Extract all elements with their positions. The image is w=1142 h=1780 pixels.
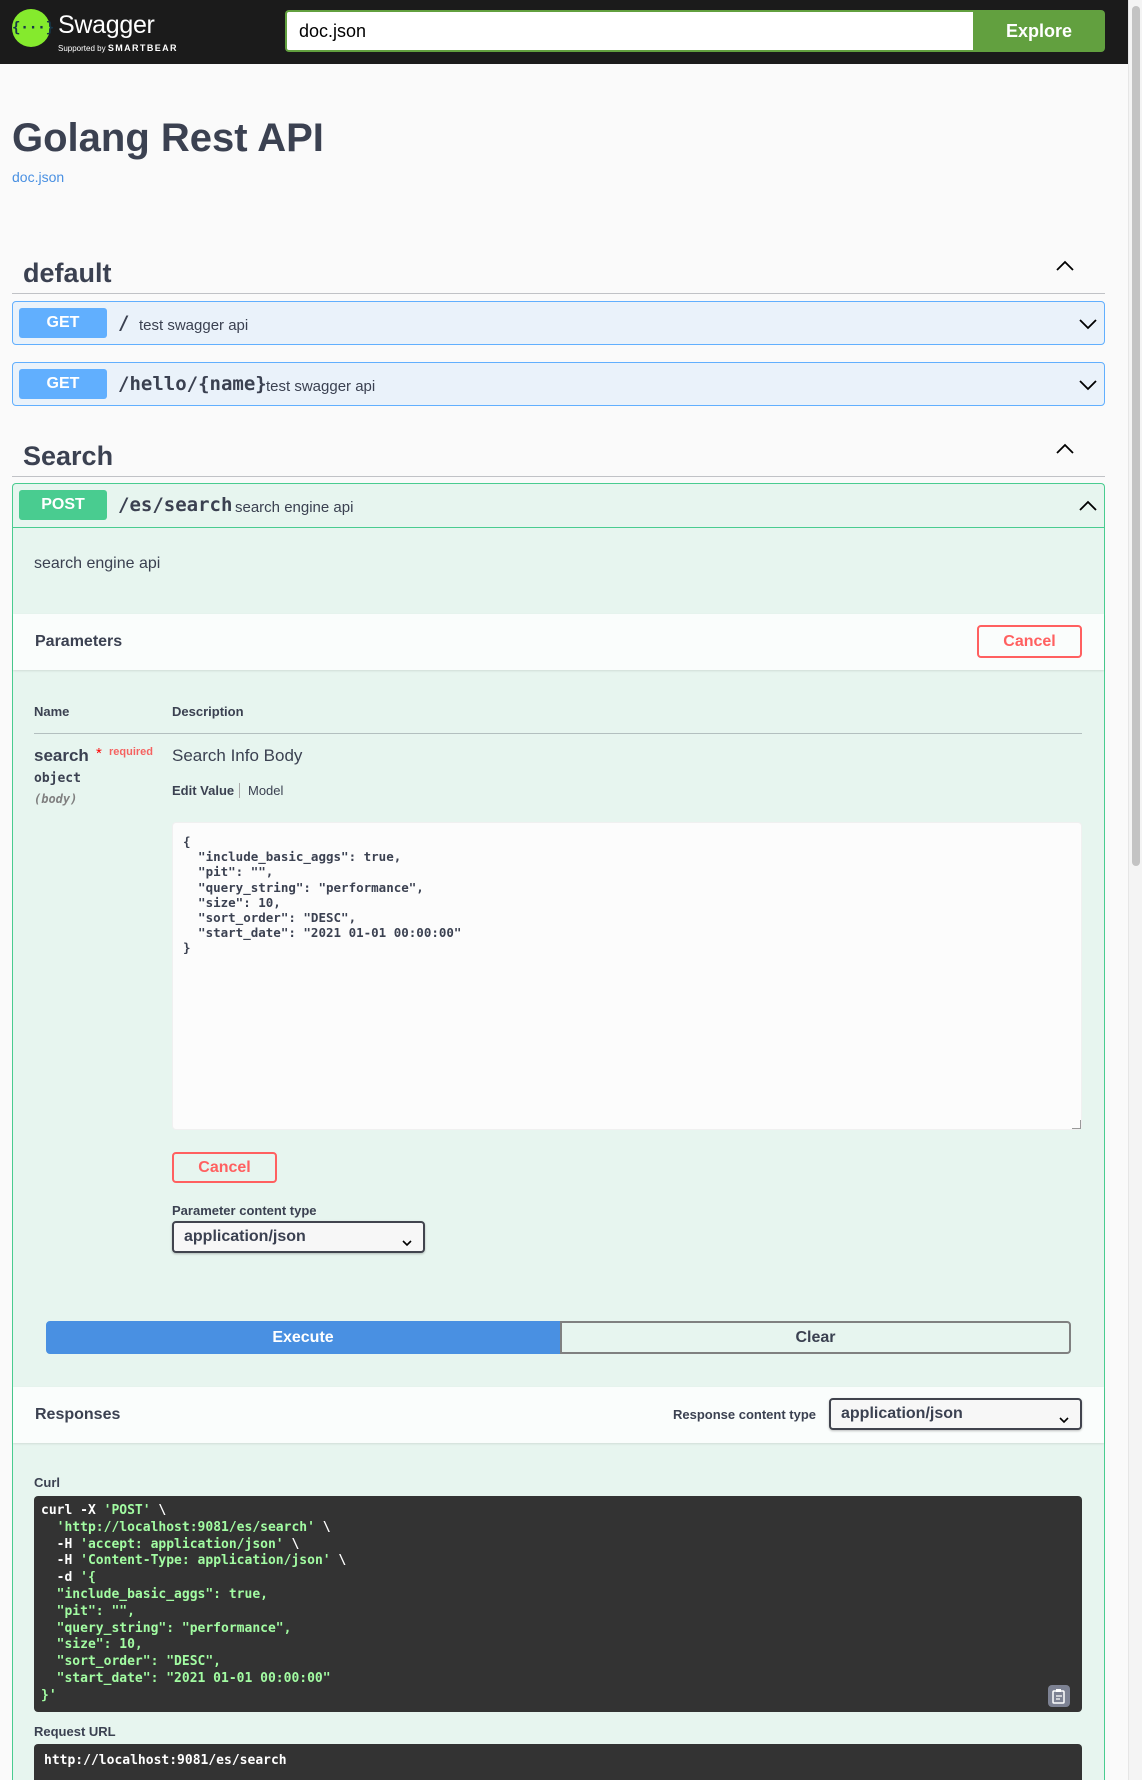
responses-title: Responses: [35, 1406, 121, 1423]
api-title: Golang Rest API: [12, 116, 324, 160]
page-scrollbar[interactable]: [1128, 0, 1142, 1780]
spec-url-input[interactable]: doc.json: [285, 10, 973, 52]
tag-name: Search: [23, 441, 114, 471]
resize-handle-icon[interactable]: [1072, 1120, 1081, 1129]
parameter-name: search: [34, 746, 89, 765]
operation-summary[interactable]: POST /es/search search engine api: [13, 484, 1104, 528]
operation-description: search engine api: [235, 499, 354, 516]
logo-title: Swagger: [58, 11, 155, 39]
parameter-description: Search Info Body: [172, 746, 303, 765]
logo-subtitle: Supported by SMARTBEAR: [58, 43, 178, 53]
column-header-description: Description: [172, 704, 244, 719]
tag-default[interactable]: default: [12, 244, 1105, 294]
curl-line: curl -X 'POST' \: [41, 1503, 167, 1518]
curl-line: "pit": "",: [41, 1603, 135, 1619]
tab-edit-value[interactable]: Edit Value: [172, 783, 234, 798]
tag-name: default: [23, 258, 112, 288]
operation-path: /es/search: [118, 494, 233, 516]
curl-line: -d '{: [41, 1570, 96, 1586]
required-star: *: [96, 745, 102, 762]
body-cancel-button[interactable]: Cancel: [172, 1152, 277, 1183]
curl-line: "start_date": "2021 01-01 00:00:00": [41, 1670, 331, 1686]
parameter-location: (body): [34, 792, 78, 806]
select-value: application/json: [184, 1228, 306, 1245]
chevron-down-icon[interactable]: [1078, 314, 1098, 334]
curl-label: Curl: [34, 1475, 60, 1490]
operation-description: test swagger api: [139, 317, 249, 334]
execute-button[interactable]: Execute: [46, 1321, 560, 1354]
tab-model[interactable]: Model: [248, 783, 283, 798]
curl-line: "query_string": "performance",: [41, 1620, 292, 1636]
caret-down-icon: [401, 1231, 413, 1247]
curl-line: "include_basic_aggs": true,: [41, 1586, 268, 1602]
curl-command-block[interactable]: curl -X 'POST' \ 'http://localhost:9081/…: [34, 1496, 1082, 1712]
response-content-type-label: Response content type: [673, 1407, 817, 1422]
operation-description: test swagger api: [266, 378, 376, 395]
tab-divider: [239, 783, 240, 798]
tag-search[interactable]: Search: [12, 427, 1105, 477]
parameters-header: Parameters Cancel: [13, 614, 1104, 670]
method-badge: POST: [19, 490, 107, 520]
body-param-textarea[interactable]: { "include_basic_aggs": true, "pit": "",…: [172, 822, 1082, 1130]
parameter-content-type-select[interactable]: application/json: [172, 1221, 425, 1253]
chevron-up-icon[interactable]: [1055, 439, 1075, 459]
parameter-type: object: [34, 771, 81, 786]
spec-link[interactable]: doc.json: [12, 169, 64, 185]
column-header-name: Name: [34, 704, 70, 719]
curl-line: "sort_order": "DESC",: [41, 1654, 222, 1670]
operation-path: /: [118, 312, 130, 334]
curl-lines: curl -X 'POST' \ 'http://localhost:9081/…: [41, 1503, 1075, 1705]
chevron-up-icon[interactable]: [1055, 256, 1075, 276]
chevron-down-icon[interactable]: [1078, 375, 1098, 395]
parameter-content-type-label: Parameter content type: [172, 1203, 317, 1218]
curl-line: 'http://localhost:9081/es/search' \: [56, 1519, 331, 1535]
chevron-up-icon[interactable]: [1078, 496, 1098, 516]
operation-summary[interactable]: GET /hello/{name} test swagger api: [13, 363, 1104, 407]
curl-line: -H 'accept: application/json' \: [41, 1536, 300, 1552]
try-out-cancel-button[interactable]: Cancel: [977, 625, 1082, 658]
operation-summary[interactable]: GET / test swagger api: [13, 302, 1104, 346]
caret-down-icon: [1058, 1408, 1070, 1424]
clear-button[interactable]: Clear: [560, 1321, 1071, 1354]
curl-line: -H 'Content-Type: application/json' \: [41, 1553, 347, 1569]
column-divider: [34, 733, 1082, 734]
method-badge: GET: [19, 308, 107, 338]
select-value: application/json: [841, 1405, 963, 1422]
operation-body-description: search engine api: [34, 555, 161, 572]
curl-line: "size": 10,: [41, 1637, 143, 1653]
topbar: {···} Swagger Supported by SMARTBEAR doc…: [0, 0, 1128, 64]
request-url-value: http://localhost:9081/es/search: [34, 1744, 1082, 1780]
required-label: required: [109, 746, 154, 758]
request-url-label: Request URL: [34, 1724, 116, 1739]
swagger-logo[interactable]: {···} Swagger Supported by SMARTBEAR: [12, 9, 177, 55]
swagger-logo-icon: {···}: [12, 9, 54, 47]
clipboard-icon[interactable]: [1048, 1685, 1070, 1707]
operation-path: /hello/{name}: [118, 373, 267, 395]
scrollbar-thumb[interactable]: [1132, 6, 1140, 866]
explore-button[interactable]: Explore: [973, 10, 1105, 52]
response-content-type-select[interactable]: application/json: [829, 1398, 1082, 1430]
method-badge: GET: [19, 369, 107, 399]
parameters-title: Parameters: [35, 633, 123, 650]
operation-get-root[interactable]: GET / test swagger api: [12, 301, 1105, 345]
operation-get-hello[interactable]: GET /hello/{name} test swagger api: [12, 362, 1105, 406]
curl-line: }': [41, 1687, 57, 1703]
